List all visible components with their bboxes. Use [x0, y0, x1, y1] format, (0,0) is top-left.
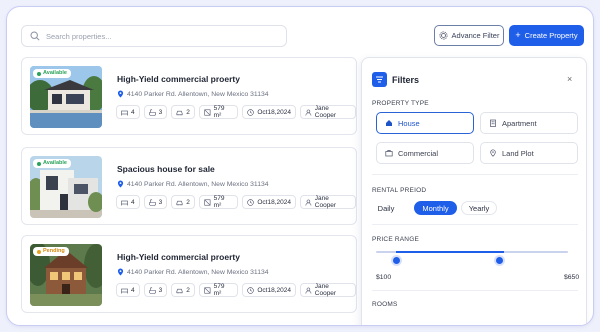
advance-filter-button[interactable]: Advance Filter — [434, 25, 504, 46]
property-address: 4140 Parker Rd. Allentown, New Mexico 31… — [117, 268, 269, 276]
type-option-apartment[interactable]: Apartment — [480, 112, 578, 134]
user-icon — [305, 199, 312, 206]
agent-chip: Jane Cooper — [299, 195, 356, 209]
property-features: 4 3 2 579 m² Oct18,2024 Jane Cooper — [116, 105, 356, 119]
property-features: 4 3 2 579 m² Oct18,2024 Jane Cooper — [116, 195, 356, 209]
date-chip: Oct18,2024 — [242, 195, 296, 209]
rental-period-label: RENTAL PREIOD — [372, 187, 427, 194]
property-features: 4 3 2 579 m² Oct18,2024 Jane Cooper — [116, 283, 356, 297]
property-photo: Available — [30, 156, 102, 218]
type-option-commercial[interactable]: Commercial — [376, 142, 474, 164]
property-photo: Available — [30, 66, 102, 128]
period-option-yearly[interactable]: Yearly — [461, 201, 497, 215]
price-max: $650 — [564, 274, 580, 281]
status-dot-icon — [37, 249, 41, 254]
beds-chip: 4 — [116, 105, 140, 119]
period-option-daily[interactable]: Daily — [372, 201, 400, 215]
close-icon[interactable]: × — [567, 74, 572, 84]
filters-title: Filters — [392, 75, 420, 85]
building-icon — [490, 119, 496, 127]
garage-chip: 2 — [171, 195, 195, 209]
price-slider-min-handle[interactable] — [391, 255, 402, 266]
clock-icon — [247, 108, 255, 116]
area-chip: 579 m² — [198, 195, 239, 209]
type-option-house[interactable]: House — [376, 112, 474, 134]
location-pin-icon — [117, 180, 124, 188]
create-property-button[interactable]: + Create Property — [509, 25, 584, 46]
divider — [372, 290, 578, 291]
property-title[interactable]: Spacious house for sale — [117, 164, 215, 174]
clock-icon — [247, 198, 255, 206]
property-card[interactable]: Pending High-Yield commercial proerty 41… — [21, 235, 357, 313]
user-icon — [305, 109, 312, 116]
price-slider-max-handle[interactable] — [494, 255, 505, 266]
area-chip: 579 m² — [198, 283, 239, 297]
bath-icon — [148, 108, 156, 116]
location-pin-icon — [117, 268, 124, 276]
property-card[interactable]: Available Spacious house for sale 4140 P… — [21, 147, 357, 225]
area-icon — [204, 198, 211, 206]
app-window: Advance Filter + Create Property Availab… — [6, 6, 594, 326]
property-address: 4140 Parker Rd. Allentown, New Mexico 31… — [117, 90, 269, 98]
property-title[interactable]: High-Yield commercial proerty — [117, 252, 240, 262]
status-dot-icon — [37, 161, 41, 166]
date-chip: Oct18,2024 — [242, 283, 296, 297]
property-photo: Pending — [30, 244, 102, 306]
agent-chip: Jane Cooper — [299, 105, 356, 119]
clock-icon — [247, 286, 255, 294]
beds-chip: 4 — [116, 283, 140, 297]
status-badge: Pending — [33, 247, 69, 256]
type-option-land-plot[interactable]: Land Plot — [480, 142, 578, 164]
car-icon — [176, 110, 183, 115]
baths-chip: 3 — [143, 105, 168, 119]
baths-chip: 3 — [143, 195, 168, 209]
bed-icon — [121, 288, 128, 293]
search-icon — [30, 31, 40, 41]
date-chip: Oct18,2024 — [242, 105, 296, 119]
property-type-label: PROPERTY TYPE — [372, 100, 429, 107]
property-title[interactable]: High-Yield commercial proerty — [117, 74, 240, 84]
agent-chip: Jane Cooper — [299, 283, 356, 297]
status-dot-icon — [37, 71, 41, 76]
property-address: 4140 Parker Rd. Allentown, New Mexico 31… — [117, 180, 269, 188]
price-range-label: PRICE RANGE — [372, 236, 419, 243]
baths-chip: 3 — [143, 283, 168, 297]
price-slider-fill — [396, 251, 504, 253]
status-badge: Available — [33, 69, 71, 78]
beds-chip: 4 — [116, 195, 140, 209]
bath-icon — [148, 198, 156, 206]
briefcase-icon — [385, 150, 393, 157]
plus-icon: + — [515, 30, 521, 40]
garage-chip: 2 — [171, 105, 195, 119]
map-pin-icon — [490, 149, 496, 157]
search-input[interactable] — [46, 31, 266, 41]
user-icon — [305, 287, 312, 294]
create-property-label: Create Property — [524, 31, 578, 40]
search-bar[interactable] — [21, 25, 287, 47]
filter-icon — [372, 72, 387, 87]
bath-icon — [148, 286, 156, 294]
garage-chip: 2 — [171, 283, 195, 297]
filters-panel: Filters × PROPERTY TYPE House Apartment … — [361, 57, 587, 325]
period-option-monthly[interactable]: Monthly — [414, 201, 457, 215]
area-icon — [204, 286, 211, 294]
gear-icon — [439, 31, 448, 40]
location-pin-icon — [117, 90, 124, 98]
bed-icon — [121, 110, 128, 115]
car-icon — [176, 288, 183, 293]
divider — [372, 224, 578, 225]
status-badge: Available — [33, 159, 71, 168]
price-min: $100 — [376, 274, 392, 281]
area-chip: 579 m² — [198, 105, 239, 119]
bed-icon — [121, 200, 128, 205]
house-icon — [386, 120, 392, 126]
area-icon — [204, 108, 211, 116]
property-card[interactable]: Available High-Yield commercial proerty … — [21, 57, 357, 135]
rooms-label: ROOMS — [372, 301, 398, 308]
advance-filter-label: Advance Filter — [451, 31, 500, 40]
car-icon — [176, 200, 183, 205]
divider — [372, 174, 578, 175]
